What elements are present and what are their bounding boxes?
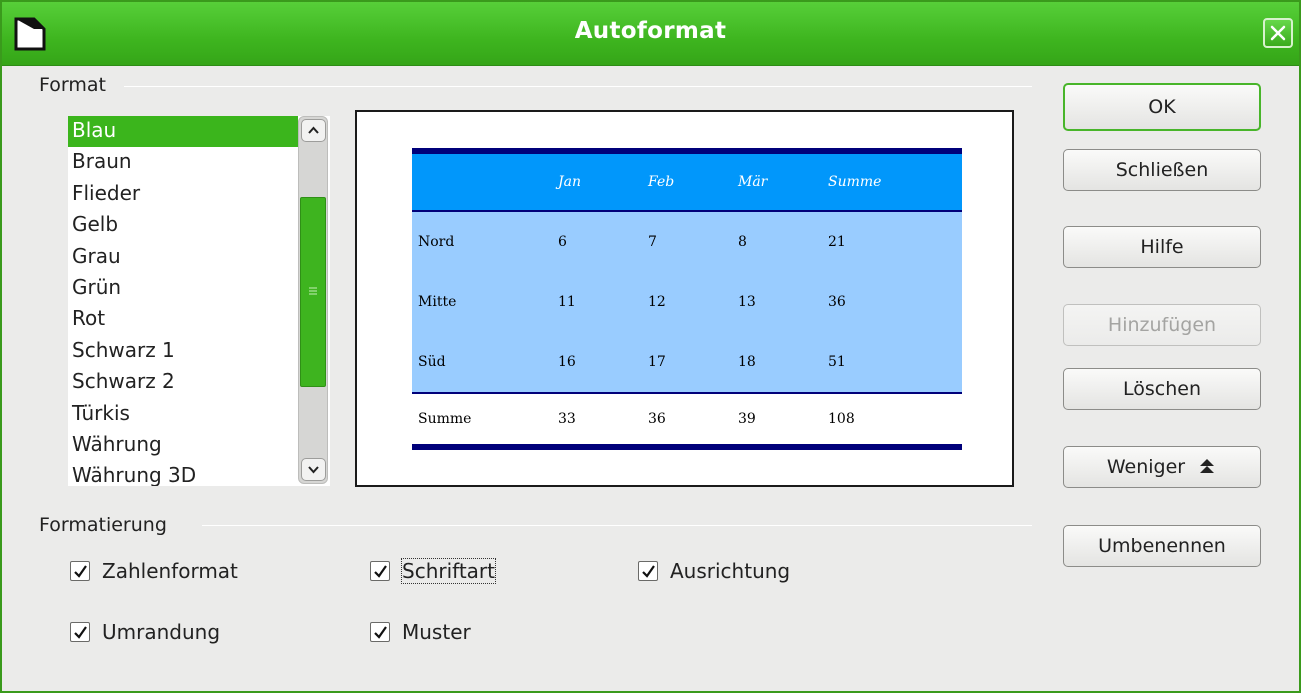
checkbox-box: [370, 622, 390, 642]
format-list-scrollbar[interactable]: [298, 116, 328, 484]
font-checkbox[interactable]: Schriftart: [370, 558, 496, 584]
list-item[interactable]: Braun: [68, 147, 298, 178]
checkmark-icon: [374, 565, 387, 578]
preview-row: Mitte 11 12 13 36: [412, 272, 962, 332]
less-button-label: Weniger: [1106, 456, 1186, 478]
pattern-checkbox[interactable]: Muster: [370, 620, 471, 644]
alignment-checkbox[interactable]: Ausrichtung: [638, 559, 790, 583]
list-item[interactable]: Schwarz 1: [68, 336, 298, 367]
format-group-label: Format: [39, 74, 106, 96]
checkbox-label: Muster: [402, 620, 471, 644]
checkbox-box: [70, 561, 90, 581]
autoformat-preview: Jan Feb Mär Summe Nord 6 7 8 21 Mitte 11…: [355, 110, 1014, 487]
preview-header-row: Jan Feb Mär Summe: [412, 148, 962, 212]
preview-cell: 36: [648, 411, 666, 427]
preview-cell: 21: [828, 234, 846, 250]
checkbox-box: [70, 622, 90, 642]
checkmark-icon: [642, 565, 655, 578]
preview-cell: 11: [558, 294, 576, 310]
ok-button[interactable]: OK: [1063, 83, 1261, 131]
checkbox-box: [638, 561, 658, 581]
list-item[interactable]: Rot: [68, 304, 298, 335]
preview-cell: 8: [738, 234, 747, 250]
preview-cell: Summe: [418, 411, 472, 427]
checkmark-icon: [74, 626, 87, 639]
list-item[interactable]: Grau: [68, 242, 298, 273]
title-bar: Autoformat: [2, 2, 1299, 66]
formatting-group-label: Formatierung: [39, 514, 167, 536]
list-item[interactable]: Währung: [68, 430, 298, 461]
preview-cell: 16: [558, 354, 576, 370]
list-item[interactable]: Türkis: [68, 399, 298, 430]
preview-row: Nord 6 7 8 21: [412, 212, 962, 272]
grip-icon: [309, 287, 317, 295]
close-button[interactable]: Schließen: [1063, 149, 1261, 191]
chevron-down-icon: [308, 466, 319, 474]
checkmark-icon: [74, 565, 87, 578]
preview-cell: Süd: [418, 354, 446, 370]
close-window-button[interactable]: [1263, 18, 1293, 48]
rename-button[interactable]: Umbenennen: [1063, 525, 1261, 567]
list-item[interactable]: Blau: [68, 116, 298, 148]
preview-cell: 36: [828, 294, 846, 310]
preview-cell: 108: [828, 411, 855, 427]
list-item[interactable]: Währung 3D: [68, 461, 298, 486]
preview-cell: 18: [738, 354, 756, 370]
preview-total-row: Summe 33 36 39 108: [412, 392, 962, 450]
help-button[interactable]: Hilfe: [1063, 226, 1261, 268]
scroll-up-button[interactable]: [301, 119, 326, 142]
list-item[interactable]: Grün: [68, 273, 298, 304]
number-format-checkbox[interactable]: Zahlenformat: [70, 559, 238, 583]
preview-cell: 6: [558, 234, 567, 250]
preview-cell: 12: [648, 294, 666, 310]
less-button[interactable]: Weniger: [1063, 446, 1261, 488]
delete-button[interactable]: Löschen: [1063, 368, 1261, 410]
preview-cell: Mitte: [418, 294, 457, 310]
preview-cell: Nord: [418, 234, 455, 250]
add-button[interactable]: Hinzufügen: [1063, 304, 1261, 346]
preview-cell: Summe: [828, 174, 882, 190]
autoformat-dialog: Autoformat Format Blau Braun Flieder Gel…: [0, 0, 1301, 693]
scroll-thumb[interactable]: [300, 197, 326, 387]
list-item[interactable]: Schwarz 2: [68, 367, 298, 398]
format-listbox[interactable]: Blau Braun Flieder Gelb Grau Grün Rot Sc…: [68, 116, 330, 486]
preview-table: Jan Feb Mär Summe Nord 6 7 8 21 Mitte 11…: [412, 148, 962, 450]
preview-cell: 17: [648, 354, 666, 370]
preview-cell: 33: [558, 411, 576, 427]
preview-cell: 13: [738, 294, 756, 310]
preview-cell: Jan: [558, 174, 581, 190]
checkbox-label: Zahlenformat: [102, 559, 238, 583]
preview-cell: Feb: [648, 174, 675, 190]
scroll-down-button[interactable]: [301, 458, 326, 481]
window-title: Autoformat: [574, 18, 727, 44]
format-group-divider: [124, 86, 1032, 87]
border-checkbox[interactable]: Umrandung: [70, 620, 220, 644]
checkbox-label: Ausrichtung: [670, 559, 791, 583]
checkbox-label: Schriftart: [401, 558, 496, 584]
preview-cell: 39: [738, 411, 756, 427]
checkbox-box: [370, 561, 390, 581]
preview-row: Süd 16 17 18 51: [412, 332, 962, 392]
preview-cell: 7: [648, 234, 657, 250]
close-icon: [1270, 25, 1286, 41]
preview-cell: 51: [828, 354, 846, 370]
formatting-group-divider: [202, 525, 1032, 526]
list-item[interactable]: Gelb: [68, 210, 298, 241]
checkbox-label: Umrandung: [102, 620, 221, 644]
preview-cell: Mär: [738, 174, 768, 190]
list-item[interactable]: Flieder: [68, 179, 298, 210]
chevron-up-icon: [308, 126, 319, 134]
double-chevron-up-icon: [1200, 459, 1215, 473]
checkmark-icon: [374, 626, 387, 639]
